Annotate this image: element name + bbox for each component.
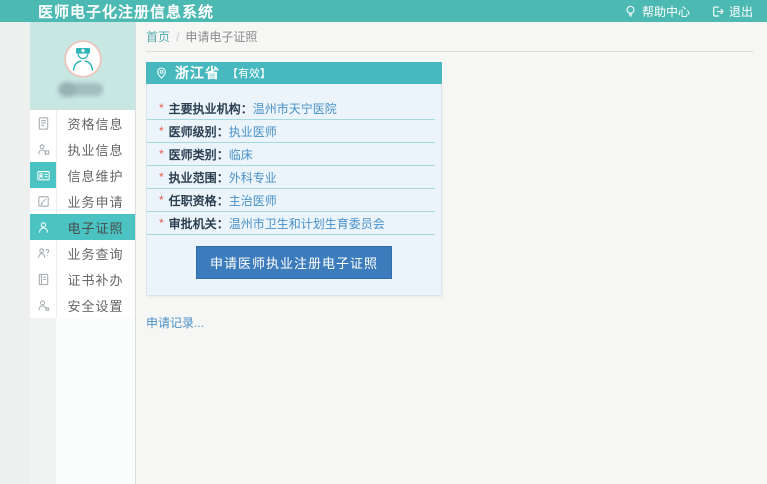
sidebar-item-certificate-reissue[interactable]: 证书补办 xyxy=(30,266,135,292)
sidebar-item-info-maintenance[interactable]: 信息维护 xyxy=(30,162,135,188)
main-content: 首页 / 申请电子证照 浙江省 【有效】 * 主要执业机构 ： 温州市天宁医院 xyxy=(136,22,767,484)
person-security-icon xyxy=(30,292,56,318)
button-row: 申请医师执业注册电子证照 xyxy=(147,246,441,279)
field-colon: ： xyxy=(217,215,229,232)
panel-header: 浙江省 【有效】 xyxy=(146,62,442,84)
sidebar-item-e-license[interactable]: 电子证照 xyxy=(30,214,135,240)
application-records-link[interactable]: 申请记录... xyxy=(146,314,204,331)
field-value: 执业医师 xyxy=(229,123,277,140)
field-label: 医师类别 xyxy=(169,146,217,163)
sidebar-item-label: 信息维护 xyxy=(56,162,135,188)
page-body: 资格信息 执业信息 信息维护 业务申请 xyxy=(0,22,767,484)
field-colon: ： xyxy=(217,192,229,209)
app-header: 医师电子化注册信息系统 帮助中心 退出 xyxy=(0,0,767,22)
logout-icon xyxy=(710,4,725,19)
sidebar-filler xyxy=(30,318,135,484)
logout-link[interactable]: 退出 xyxy=(710,3,753,20)
person-license-icon xyxy=(30,214,56,240)
logout-label: 退出 xyxy=(729,3,753,20)
field-colon: ： xyxy=(217,123,229,140)
field-post-qualification: * 任职资格 ： 主治医师 xyxy=(147,189,435,212)
field-value: 温州市天宁医院 xyxy=(253,100,337,117)
field-doctor-level: * 医师级别 ： 执业医师 xyxy=(147,120,435,143)
field-doctor-category: * 医师类别 ： 临床 xyxy=(147,143,435,166)
sidebar-item-practice-info[interactable]: 执业信息 xyxy=(30,136,135,162)
field-colon: ： xyxy=(217,146,229,163)
field-practice-scope: * 执业范围 ： 外科专业 xyxy=(147,166,435,189)
field-label: 任职资格 xyxy=(169,192,217,209)
help-center-label: 帮助中心 xyxy=(642,3,690,20)
status-badge: 【有效】 xyxy=(227,65,271,81)
location-pin-icon xyxy=(155,66,168,80)
sidebar-item-label: 执业信息 xyxy=(56,136,135,162)
breadcrumb-current: 申请电子证照 xyxy=(185,28,257,45)
field-value: 温州市卫生和计划生育委员会 xyxy=(229,215,385,232)
required-asterisk: * xyxy=(159,101,164,115)
required-asterisk: * xyxy=(159,147,164,161)
panel-body: * 主要执业机构 ： 温州市天宁医院 * 医师级别 ： 执业医师 * 医师类别 … xyxy=(146,84,442,296)
sidebar-item-label: 安全设置 xyxy=(56,292,135,318)
breadcrumb-home-link[interactable]: 首页 xyxy=(146,28,170,45)
practice-person-icon xyxy=(30,136,56,162)
required-asterisk: * xyxy=(159,170,164,184)
field-value: 主治医师 xyxy=(229,192,277,209)
person-question-icon xyxy=(30,240,56,266)
breadcrumb-separator: / xyxy=(176,30,179,44)
profile-section xyxy=(30,22,135,110)
sidebar-item-business-application[interactable]: 业务申请 xyxy=(30,188,135,214)
sidebar-item-label: 电子证照 xyxy=(56,214,135,240)
sidebar-item-label: 业务查询 xyxy=(56,240,135,266)
header-actions: 帮助中心 退出 xyxy=(623,3,753,20)
field-colon: ： xyxy=(241,100,253,117)
sidebar-item-label: 证书补办 xyxy=(56,266,135,292)
idcard-icon xyxy=(30,162,56,188)
help-center-link[interactable]: 帮助中心 xyxy=(623,3,690,20)
certificate-icon xyxy=(30,266,56,292)
field-value: 临床 xyxy=(229,146,253,163)
region-name: 浙江省 xyxy=(175,63,220,83)
app-title: 医师电子化注册信息系统 xyxy=(38,1,214,22)
field-primary-institution: * 主要执业机构 ： 温州市天宁医院 xyxy=(147,97,435,120)
form-edit-icon xyxy=(30,188,56,214)
breadcrumb: 首页 / 申请电子证照 xyxy=(146,22,753,52)
doctor-avatar-icon xyxy=(64,40,102,78)
sidebar-item-qualification-info[interactable]: 资格信息 xyxy=(30,110,135,136)
required-asterisk: * xyxy=(159,216,164,230)
redacted-user-name xyxy=(61,83,103,96)
license-panel: 浙江省 【有效】 * 主要执业机构 ： 温州市天宁医院 * 医师级别 ： 执业医… xyxy=(146,62,442,296)
field-label: 审批机关 xyxy=(169,215,217,232)
required-asterisk: * xyxy=(159,124,164,138)
sidebar-item-label: 业务申请 xyxy=(56,188,135,214)
field-colon: ： xyxy=(217,169,229,186)
sidebar-menu: 资格信息 执业信息 信息维护 业务申请 xyxy=(30,110,135,318)
sidebar: 资格信息 执业信息 信息维护 业务申请 xyxy=(30,22,136,484)
sidebar-item-security-settings[interactable]: 安全设置 xyxy=(30,292,135,318)
field-approval-authority: * 审批机关 ： 温州市卫生和计划生育委员会 xyxy=(147,212,435,235)
document-icon xyxy=(30,110,56,136)
sidebar-item-label: 资格信息 xyxy=(56,110,135,136)
required-asterisk: * xyxy=(159,193,164,207)
field-value: 外科专业 xyxy=(229,169,277,186)
apply-license-button[interactable]: 申请医师执业注册电子证照 xyxy=(196,246,392,279)
lightbulb-icon xyxy=(623,4,638,19)
field-label: 医师级别 xyxy=(169,123,217,140)
field-label: 执业范围 xyxy=(169,169,217,186)
sidebar-item-business-query[interactable]: 业务查询 xyxy=(30,240,135,266)
field-label: 主要执业机构 xyxy=(169,100,241,117)
